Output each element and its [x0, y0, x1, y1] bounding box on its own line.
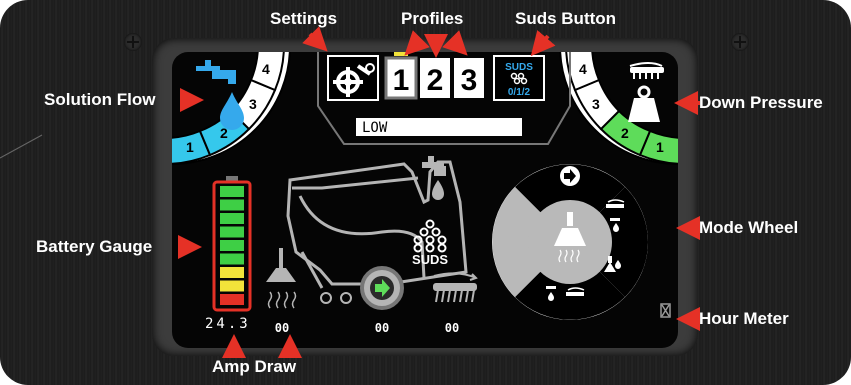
callout-suds-button: Suds Button [515, 9, 617, 28]
callout-down-pressure: Down Pressure [699, 93, 823, 112]
pointer-line [0, 134, 43, 159]
callout-hour-meter: Hour Meter [699, 309, 789, 328]
callout-mode-wheel: Mode Wheel [699, 218, 799, 237]
callout-battery-gauge: Battery Gauge [36, 237, 153, 256]
callout-settings: Settings [270, 9, 338, 28]
callout-amp-draw: Amp Draw [212, 357, 297, 376]
callout-solution-flow: Solution Flow [44, 90, 156, 109]
callout-profiles: Profiles [401, 9, 464, 28]
